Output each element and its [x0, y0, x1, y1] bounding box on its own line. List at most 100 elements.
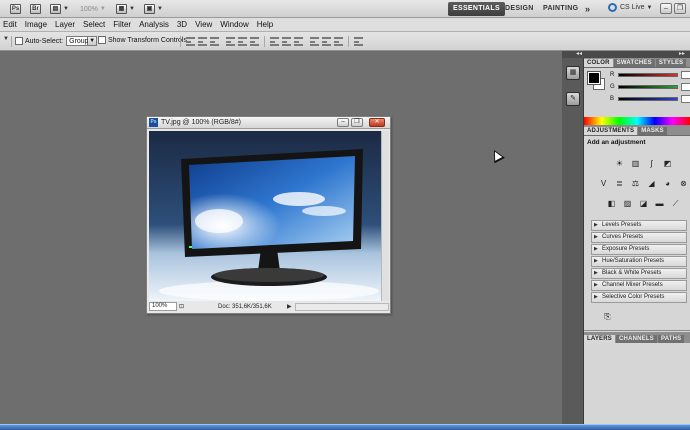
threshold-icon[interactable]: ◪: [638, 198, 649, 209]
chevron-down-icon[interactable]: ▼: [88, 36, 98, 46]
bridge-icon[interactable]: Br: [30, 3, 41, 15]
ps-home-icon[interactable]: Ps: [10, 3, 21, 15]
black-white-icon[interactable]: ◢: [646, 178, 657, 189]
zoom-field[interactable]: 100%: [149, 302, 177, 311]
arrange-documents-icon[interactable]: ▦ ▼: [116, 3, 135, 15]
auto-select-option[interactable]: Auto-Select: Group ▼: [15, 36, 98, 46]
menu-help[interactable]: Help: [257, 20, 273, 29]
minimize-app-button[interactable]: –: [660, 3, 672, 14]
more-workspaces-button[interactable]: »: [580, 2, 595, 16]
vibrance-icon[interactable]: V: [598, 178, 609, 189]
foreground-color-swatch[interactable]: [587, 71, 601, 85]
workspace-painting[interactable]: PAINTING: [538, 2, 583, 16]
green-channel-row[interactable]: G: [610, 83, 690, 91]
document-horizontal-scrollbar[interactable]: [287, 302, 389, 311]
zoom-level-dropdown[interactable]: 100% ▼: [80, 3, 106, 15]
tab-paths[interactable]: PATHS: [657, 335, 685, 343]
preset-channel-mixer[interactable]: Channel Mixer Presets: [591, 280, 687, 291]
menu-select[interactable]: Select: [83, 20, 105, 29]
red-channel-row[interactable]: R: [610, 71, 690, 79]
auto-align-layers-icon[interactable]: [354, 37, 363, 46]
menu-filter[interactable]: Filter: [113, 20, 131, 29]
preset-black-white[interactable]: Black & White Presets: [591, 268, 687, 279]
dock-header[interactable]: ◂◂ ▸▸: [562, 51, 690, 58]
tab-swatches[interactable]: SWATCHES: [613, 59, 655, 67]
workspace-design[interactable]: DESIGN: [500, 2, 539, 16]
tab-styles[interactable]: STYLES: [655, 59, 687, 67]
clip-to-layer-icon[interactable]: ⎘: [602, 311, 613, 322]
cs-live-button[interactable]: CS Live ▼: [608, 3, 652, 12]
align-right-icon[interactable]: [250, 37, 259, 46]
tab-adjustments[interactable]: ADJUSTMENTS: [584, 127, 638, 135]
distribute-hcenter-icon[interactable]: [322, 37, 331, 46]
menu-view[interactable]: View: [195, 20, 212, 29]
red-value-field[interactable]: [681, 71, 690, 79]
align-vcenter-icon[interactable]: [198, 37, 207, 46]
curves-icon[interactable]: ∫: [646, 158, 657, 169]
auto-select-checkbox[interactable]: [15, 37, 23, 45]
show-transform-checkbox[interactable]: [98, 36, 106, 44]
selective-color-icon[interactable]: ⟋: [670, 198, 681, 209]
doc-minimize-button[interactable]: –: [337, 118, 349, 127]
green-value-field[interactable]: [681, 83, 690, 91]
workspace-essentials[interactable]: ESSENTIALS: [448, 2, 505, 16]
doc-restore-button[interactable]: ❐: [351, 118, 363, 127]
photo-filter-icon[interactable]: ◕: [662, 178, 673, 189]
menu-edit[interactable]: Edit: [3, 20, 17, 29]
distribute-bottom-icon[interactable]: [294, 37, 303, 46]
align-left-icon[interactable]: [226, 37, 235, 46]
restore-app-button[interactable]: ❐: [674, 3, 686, 14]
menu-3d[interactable]: 3D: [177, 20, 187, 29]
menu-window[interactable]: Window: [220, 20, 248, 29]
preset-levels[interactable]: Levels Presets: [591, 220, 687, 231]
document-titlebar[interactable]: Ps TV.jpg @ 100% (RGB/8#) – ❐ ✕: [147, 117, 390, 129]
view-extras-icon[interactable]: ▤ ▼: [50, 3, 69, 15]
blue-channel-row[interactable]: B: [610, 95, 690, 103]
posterize-icon[interactable]: ▨: [622, 198, 633, 209]
levels-icon[interactable]: ▥: [630, 158, 641, 169]
blue-value-field[interactable]: [681, 95, 690, 103]
hue-saturation-icon[interactable]: ≣: [614, 178, 625, 189]
gradient-map-icon[interactable]: ▬: [654, 198, 665, 209]
distribute-right-icon[interactable]: [334, 37, 343, 46]
histogram-panel-icon[interactable]: ▦: [566, 66, 580, 80]
red-slider[interactable]: [618, 73, 678, 77]
distribute-vcenter-icon[interactable]: [282, 37, 291, 46]
menu-layer[interactable]: Layer: [55, 20, 75, 29]
brush-panel-icon[interactable]: ✎: [566, 92, 580, 106]
tab-layers[interactable]: LAYERS: [584, 335, 615, 343]
screen-mode-icon[interactable]: ▣ ▼: [144, 3, 163, 15]
channel-mixer-icon[interactable]: ⊗: [678, 178, 689, 189]
preset-selective-color[interactable]: Selective Color Presets: [591, 292, 687, 303]
collapse-icon[interactable]: ◂◂: [576, 50, 582, 57]
auto-select-dropdown[interactable]: Group: [66, 36, 89, 46]
align-hcenter-icon[interactable]: [238, 37, 247, 46]
invert-icon[interactable]: ◧: [606, 198, 617, 209]
document-window[interactable]: Ps TV.jpg @ 100% (RGB/8#) – ❐ ✕ 100% ⊡ D…: [146, 116, 391, 314]
color-spectrum-ramp[interactable]: [584, 117, 690, 125]
align-bottom-icon[interactable]: [210, 37, 219, 46]
show-transform-option[interactable]: Show Transform Controls: [98, 36, 187, 44]
tab-color[interactable]: COLOR: [584, 59, 613, 67]
preset-curves[interactable]: Curves Presets: [591, 232, 687, 243]
menu-analysis[interactable]: Analysis: [139, 20, 169, 29]
menu-image[interactable]: Image: [25, 20, 47, 29]
preset-hue-saturation[interactable]: Hue/Saturation Presets: [591, 256, 687, 267]
distribute-left-icon[interactable]: [310, 37, 319, 46]
tab-channels[interactable]: CHANNELS: [616, 335, 657, 343]
expand-icon[interactable]: ▸▸: [679, 50, 685, 57]
align-top-icon[interactable]: [186, 37, 195, 46]
document-vertical-scrollbar[interactable]: [381, 131, 389, 301]
distribute-top-icon[interactable]: [270, 37, 279, 46]
tab-masks[interactable]: MASKS: [638, 127, 667, 135]
tool-preset-picker[interactable]: ▼: [1, 36, 9, 42]
preset-exposure[interactable]: Exposure Presets: [591, 244, 687, 255]
green-slider[interactable]: [618, 85, 678, 89]
exposure-icon[interactable]: ◩: [662, 158, 673, 169]
image-canvas[interactable]: [149, 131, 381, 301]
doc-close-button[interactable]: ✕: [369, 118, 385, 127]
brightness-contrast-icon[interactable]: ☀: [614, 158, 625, 169]
blue-slider[interactable]: [618, 97, 678, 101]
status-info-icon[interactable]: ⊡: [179, 303, 184, 310]
color-balance-icon[interactable]: ⚖: [630, 178, 641, 189]
